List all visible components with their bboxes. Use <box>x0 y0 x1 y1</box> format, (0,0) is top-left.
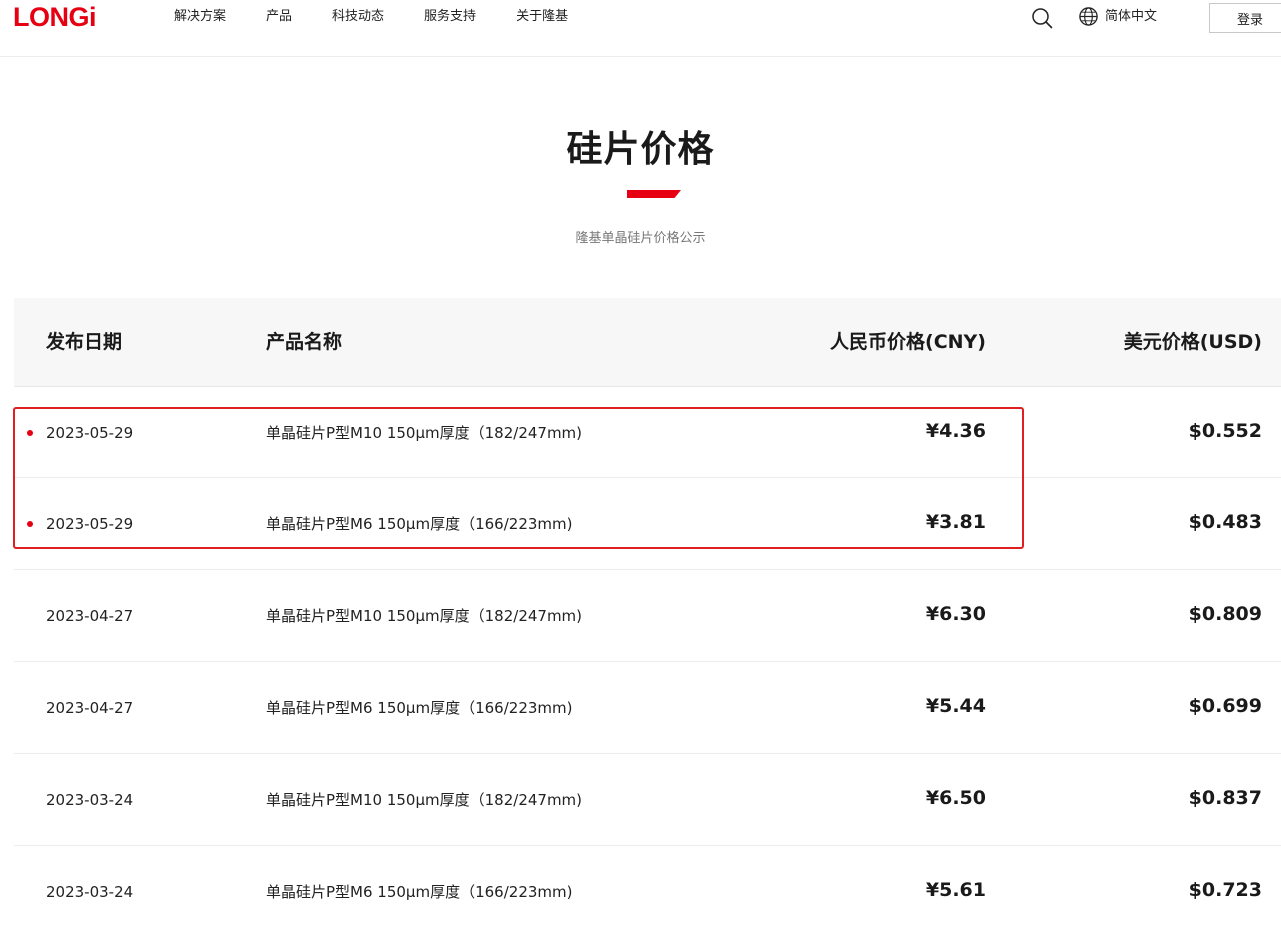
product-name: 单晶硅片P型M6 150μm厚度（166/223mm) <box>266 883 573 901</box>
table-row: 2023-03-24 单晶硅片P型M6 150μm厚度（166/223mm) ¥… <box>14 846 1281 928</box>
nav-item-solutions[interactable]: 解决方案 <box>174 8 226 26</box>
release-date: 2023-04-27 <box>46 607 134 625</box>
page-title: 硅片价格 <box>566 129 715 170</box>
search-button[interactable] <box>1030 6 1054 30</box>
cny-price: ¥6.50 <box>925 787 986 809</box>
title-accent-bar <box>627 190 681 198</box>
table-row: 2023-04-27 单晶硅片P型M10 150μm厚度（182/247mm) … <box>14 570 1281 662</box>
new-indicator-dot <box>27 430 33 436</box>
search-icon <box>1032 8 1053 29</box>
release-date: 2023-03-24 <box>46 791 134 809</box>
usd-price: $0.552 <box>1188 420 1262 442</box>
nav-item-products[interactable]: 产品 <box>266 8 292 26</box>
nav-item-about[interactable]: 关于隆基 <box>516 8 568 26</box>
nav-item-tech-news[interactable]: 科技动态 <box>332 8 384 26</box>
product-name: 单晶硅片P型M10 150μm厚度（182/247mm) <box>266 424 583 442</box>
product-name: 单晶硅片P型M10 150μm厚度（182/247mm) <box>266 791 583 809</box>
page-subtitle: 隆基单晶硅片价格公示 <box>575 231 706 246</box>
header-release-date: 发布日期 <box>46 331 123 353</box>
release-date: 2023-04-27 <box>46 699 134 717</box>
product-name: 单晶硅片P型M10 150μm厚度（182/247mm) <box>266 607 583 625</box>
usd-price: $0.809 <box>1188 603 1262 625</box>
table-row: 2023-05-29 单晶硅片P型M6 150μm厚度（166/223mm) ¥… <box>14 478 1281 570</box>
new-indicator-dot <box>27 521 33 527</box>
release-date: 2023-05-29 <box>46 515 134 533</box>
table-row: 2023-04-27 单晶硅片P型M6 150μm厚度（166/223mm) ¥… <box>14 662 1281 754</box>
top-header: LONGi 解决方案 产品 科技动态 服务支持 关于隆基 简体中文 登录 <box>0 0 1281 57</box>
header-usd-price: 美元价格(USD) <box>1123 331 1262 353</box>
table-row: 2023-03-24 单晶硅片P型M10 150μm厚度（182/247mm) … <box>14 754 1281 846</box>
nav-item-service-support[interactable]: 服务支持 <box>424 8 476 26</box>
cny-price: ¥3.81 <box>925 511 986 533</box>
usd-price: $0.723 <box>1188 879 1262 901</box>
product-name: 单晶硅片P型M6 150μm厚度（166/223mm) <box>266 515 573 533</box>
product-name: 单晶硅片P型M6 150μm厚度（166/223mm) <box>266 699 573 717</box>
globe-icon <box>1079 7 1098 26</box>
usd-price: $0.837 <box>1188 787 1262 809</box>
table-header: 发布日期 产品名称 人民币价格(CNY) 美元价格(USD) <box>14 298 1281 387</box>
cny-price: ¥4.36 <box>925 420 986 442</box>
usd-price: $0.699 <box>1188 695 1262 717</box>
header-product-name: 产品名称 <box>266 331 343 353</box>
table-row: 2023-05-29 单晶硅片P型M10 150μm厚度（182/247mm) … <box>14 387 1281 478</box>
price-table: 发布日期 产品名称 人民币价格(CNY) 美元价格(USD) 2023-05-2… <box>14 298 1281 928</box>
cny-price: ¥6.30 <box>925 603 986 625</box>
usd-price: $0.483 <box>1188 511 1262 533</box>
release-date: 2023-05-29 <box>46 424 134 442</box>
cny-price: ¥5.61 <box>925 879 986 901</box>
main-nav: 解决方案 产品 科技动态 服务支持 关于隆基 <box>174 8 608 26</box>
cny-price: ¥5.44 <box>925 695 986 717</box>
language-switcher[interactable]: 简体中文 <box>1078 6 1157 27</box>
login-button[interactable]: 登录 <box>1209 3 1281 33</box>
longi-logo[interactable]: LONGi <box>13 1 97 33</box>
language-label: 简体中文 <box>1105 8 1158 24</box>
release-date: 2023-03-24 <box>46 883 134 901</box>
header-cny-price: 人民币价格(CNY) <box>830 331 986 353</box>
